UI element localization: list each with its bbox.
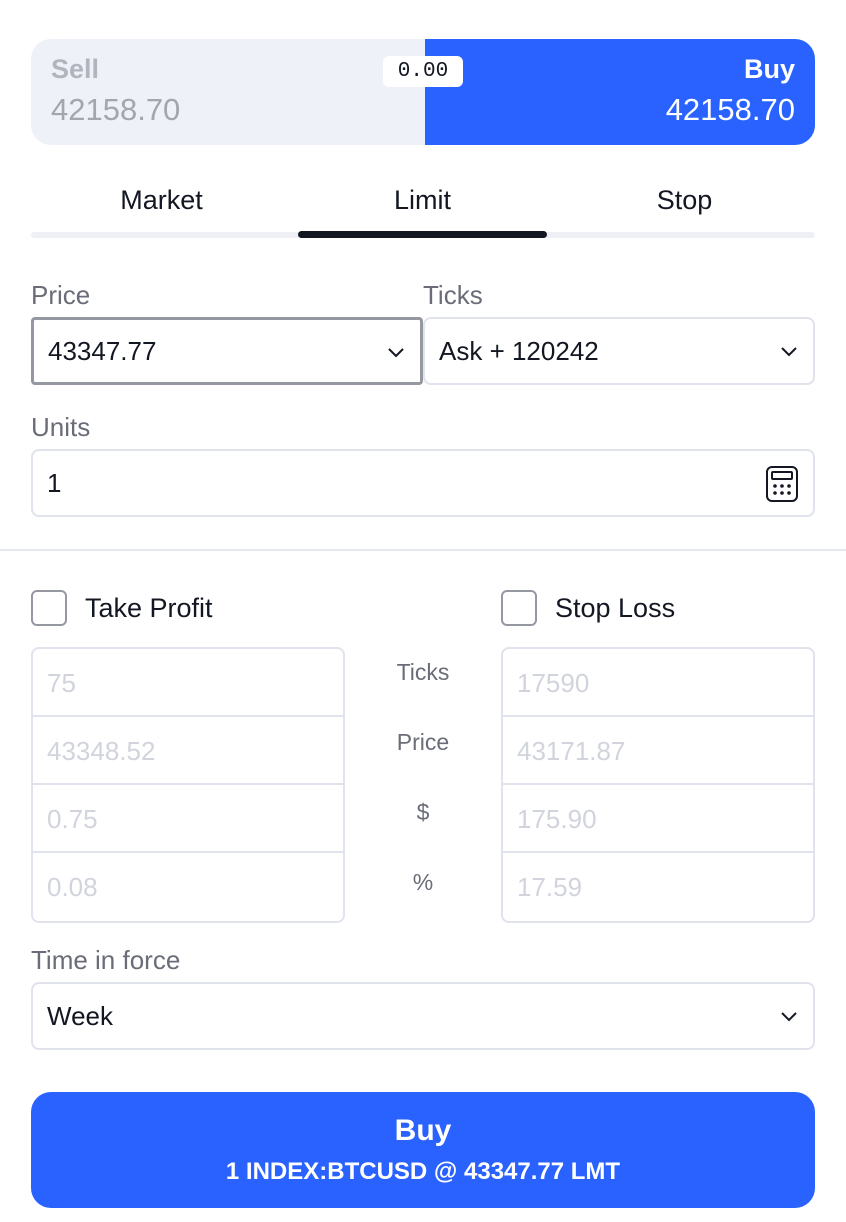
take-profit-checkbox[interactable] — [31, 590, 67, 626]
tab-stop[interactable]: Stop — [554, 170, 815, 230]
buy-price: 42158.70 — [665, 92, 795, 127]
sell-side-button[interactable]: Sell 42158.70 — [31, 39, 425, 145]
active-tab-indicator — [298, 231, 547, 238]
ticks-value: Ask + 120242 — [439, 336, 599, 366]
place-order-summary: 1 INDEX:BTCUSD @ 43347.77 LMT — [225, 1158, 621, 1185]
price-value: 43347.77 — [48, 336, 157, 366]
take-profit-fields: 75 43348.52 0.75 0.08 — [31, 647, 345, 923]
spread-badge: 0.00 — [383, 56, 463, 87]
take-profit-label: Take Profit — [85, 592, 213, 623]
buy-side-button[interactable]: Buy 42158.70 — [425, 39, 815, 145]
row-label-usd: $ — [416, 799, 430, 825]
stop-loss-toggle[interactable]: Stop Loss — [501, 590, 675, 626]
units-label: Units — [31, 412, 91, 442]
ticks-select[interactable]: Ask + 120242 — [423, 317, 815, 385]
calculator-icon[interactable] — [765, 465, 799, 503]
units-input[interactable]: 1 — [31, 449, 815, 517]
time-in-force-select[interactable]: Week — [31, 982, 815, 1050]
take-profit-toggle[interactable]: Take Profit — [31, 590, 213, 626]
buy-label: Buy — [743, 54, 795, 84]
stop-loss-fields: 17590 43171.87 175.90 17.59 — [501, 647, 815, 923]
stop-loss-percent-input[interactable]: 17.59 — [503, 853, 813, 921]
stop-loss-usd-input[interactable]: 175.90 — [503, 785, 813, 853]
price-input[interactable]: 43347.77 — [31, 317, 423, 385]
tab-market[interactable]: Market — [31, 170, 292, 230]
stop-loss-checkbox[interactable] — [501, 590, 537, 626]
take-profit-price-input[interactable]: 43348.52 — [33, 717, 343, 785]
time-in-force-label: Time in force — [31, 945, 181, 975]
section-divider — [0, 549, 846, 551]
side-selector: Sell 42158.70 Buy 42158.70 — [31, 39, 815, 145]
chevron-down-icon — [781, 1012, 797, 1022]
stop-loss-ticks-input[interactable]: 17590 — [503, 649, 813, 717]
order-type-tabs: Market Limit Stop — [31, 170, 815, 238]
take-profit-percent-input[interactable]: 0.08 — [33, 853, 343, 921]
price-label: Price — [31, 280, 91, 310]
place-order-title: Buy — [394, 1114, 452, 1147]
take-profit-ticks-input[interactable]: 75 — [33, 649, 343, 717]
stop-loss-label: Stop Loss — [555, 592, 676, 623]
take-profit-usd-input[interactable]: 0.75 — [33, 785, 343, 853]
tab-limit[interactable]: Limit — [292, 170, 553, 230]
ticks-label: Ticks — [423, 280, 483, 310]
place-order-button[interactable]: Buy 1 INDEX:BTCUSD @ 43347.77 LMT — [31, 1092, 815, 1208]
row-label-price: Price — [396, 729, 450, 755]
row-label-ticks: Ticks — [396, 659, 450, 685]
row-label-percent: % — [412, 869, 434, 895]
stop-loss-price-input[interactable]: 43171.87 — [503, 717, 813, 785]
sell-price: 42158.70 — [51, 92, 181, 127]
sell-label: Sell — [51, 54, 100, 84]
units-value: 1 — [47, 468, 62, 498]
chevron-down-icon[interactable] — [386, 342, 406, 362]
chevron-down-icon — [781, 347, 797, 357]
time-in-force-value: Week — [47, 1001, 113, 1031]
